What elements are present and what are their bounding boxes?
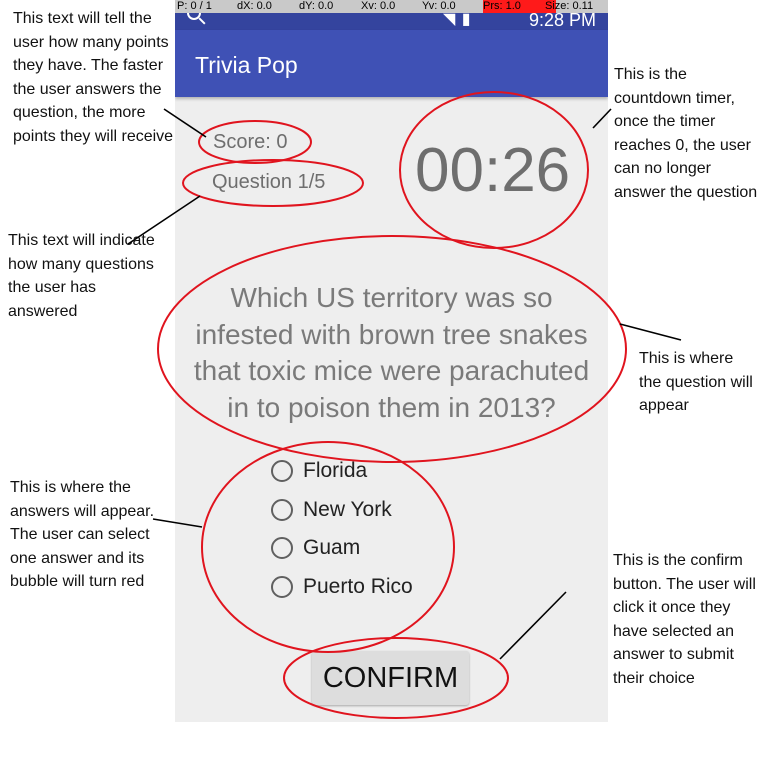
question-text: Which US territory was so infested with … (193, 282, 590, 423)
debug-dy: dY: 0.0 (299, 0, 334, 12)
timer-annotation: This is the countdown timer, once the ti… (614, 66, 758, 201)
radio-button[interactable] (271, 575, 293, 598)
score-label: Score: 0 (213, 131, 288, 153)
answer-option[interactable]: Guam (271, 529, 413, 568)
status-clock: 9:28 PM (528, 10, 596, 30)
answer-label: Florida (303, 459, 368, 483)
signal-wifi-battery-icons: ◥ ▮ (443, 11, 472, 28)
radio-button[interactable] (271, 537, 293, 560)
answer-label: Guam (303, 536, 361, 560)
question-annotation: This is where the question will appear (639, 350, 753, 414)
answer-option[interactable]: Florida (271, 452, 413, 491)
phone-screen: ◥ ▮ 9:28 PM P: 0 / 1 dX: 0.0 dY: 0.0 Xv:… (175, 0, 608, 722)
debug-pointer: P: 0 / 1 (177, 0, 212, 12)
answer-options: Florida New York Guam Puerto Rico (271, 452, 413, 606)
answer-label: New York (303, 497, 392, 521)
debug-size: Size: 0.11 (545, 0, 594, 12)
confirm-annotation: This is the confirm button. The user wil… (613, 552, 756, 687)
answer-option[interactable]: Puerto Rico (271, 568, 413, 607)
pointer-debug-bar: P: 0 / 1 dX: 0.0 dY: 0.0 Xv: 0.0 Yv: 0.0… (175, 0, 608, 13)
app-bar: Trivia Pop (175, 30, 608, 97)
debug-yv: Yv: 0.0 (422, 0, 456, 12)
answers-annotation: This is where the answers will appear. T… (10, 479, 155, 590)
debug-xv: Xv: 0.0 (361, 0, 396, 12)
answer-label: Puerto Rico (303, 574, 413, 598)
radio-button[interactable] (271, 460, 293, 483)
countdown-timer: 00:26 (415, 136, 571, 205)
debug-dx: dX: 0.0 (237, 0, 272, 12)
app-title: Trivia Pop (195, 52, 298, 78)
answer-option[interactable]: New York (271, 491, 413, 530)
question-leader-line (619, 323, 682, 341)
score-annotation: This text will tell the user how many po… (13, 10, 174, 145)
question-count-annotation: This text will indicate how many questio… (8, 232, 155, 320)
confirm-button[interactable]: CONFIRM (312, 651, 469, 705)
radio-button[interactable] (271, 498, 293, 521)
question-counter: Question 1/5 (212, 171, 326, 193)
